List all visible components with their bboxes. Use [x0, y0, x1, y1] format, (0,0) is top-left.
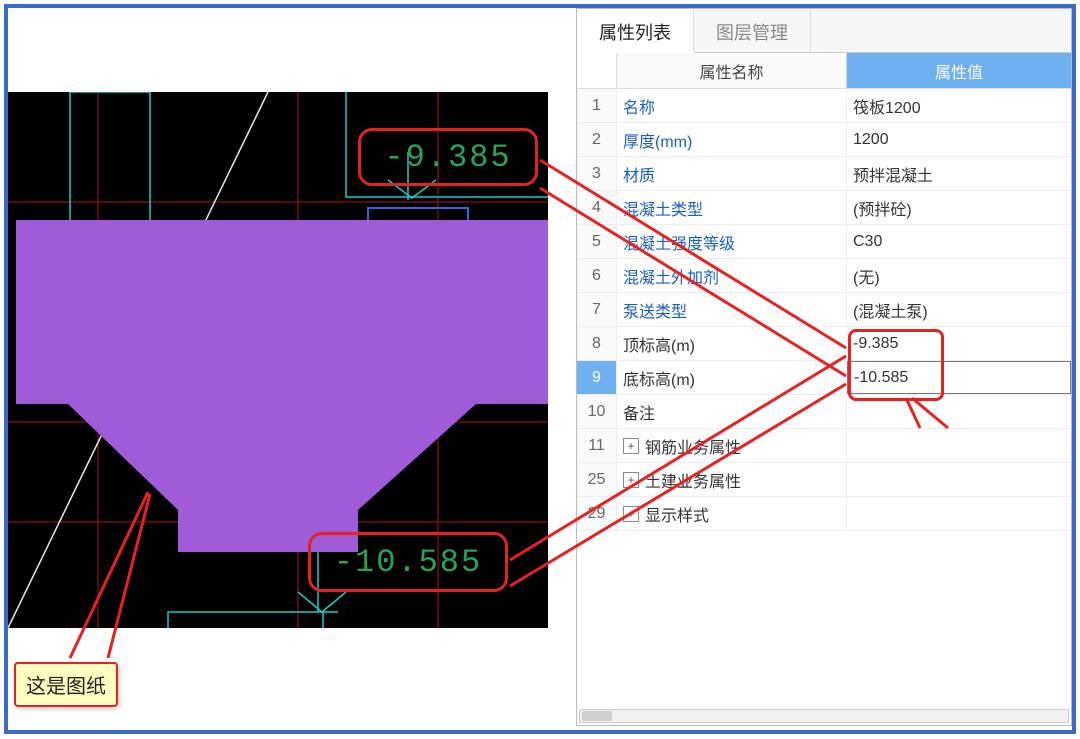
property-row[interactable]: 7泵送类型(混凝土泵) [577, 293, 1071, 327]
attr-value[interactable]: -9.385 [847, 327, 1071, 360]
attr-name: +显示样式 [617, 497, 847, 530]
property-row[interactable]: 8顶标高(m)-9.385 [577, 327, 1071, 361]
row-index: 25 [577, 463, 617, 496]
attr-name: +钢筋业务属性 [617, 429, 847, 462]
property-row[interactable]: 9底标高(m)-10.585 [577, 361, 1071, 395]
attr-value[interactable]: C30 [847, 225, 1071, 258]
cad-viewport[interactable]: -9.385 -10.585 [8, 92, 548, 628]
expand-icon[interactable]: + [623, 472, 639, 488]
row-index: 6 [577, 259, 617, 292]
attr-name: 名称 [617, 89, 847, 122]
attr-name: 底标高(m) [617, 361, 847, 394]
attr-name: 混凝土强度等级 [617, 225, 847, 258]
property-row[interactable]: 5混凝土强度等级C30 [577, 225, 1071, 259]
attr-value[interactable]: 1200 [847, 123, 1071, 156]
row-index: 7 [577, 293, 617, 326]
expand-icon[interactable]: + [623, 506, 639, 522]
row-index: 9 [577, 361, 617, 394]
attr-value[interactable] [847, 395, 1071, 428]
attr-name: +土建业务属性 [617, 463, 847, 496]
callout-drawing: 这是图纸 [14, 662, 118, 707]
row-index: 2 [577, 123, 617, 156]
expand-icon[interactable]: + [623, 438, 639, 454]
attr-name: 备注 [617, 395, 847, 428]
property-panel: 属性列表 图层管理 属性名称 属性值 1名称筏板12002厚度(mm)12003… [576, 8, 1072, 726]
attr-value[interactable] [847, 497, 1071, 530]
attr-value[interactable]: 筏板1200 [847, 89, 1071, 122]
attr-name: 厚度(mm) [617, 123, 847, 156]
cad-bottom-elevation: -10.585 [308, 532, 508, 592]
row-index: 1 [577, 89, 617, 122]
row-index: 5 [577, 225, 617, 258]
scrollbar-thumb[interactable] [582, 711, 612, 721]
attr-name: 混凝土类型 [617, 191, 847, 224]
row-index: 8 [577, 327, 617, 360]
attr-name: 材质 [617, 157, 847, 190]
col-attr-value[interactable]: 属性值 [847, 53, 1071, 88]
row-index: 11 [577, 429, 617, 462]
tab-properties[interactable]: 属性列表 [577, 9, 694, 53]
property-row[interactable]: 3材质预拌混凝土 [577, 157, 1071, 191]
attr-value[interactable]: -10.585 [847, 361, 1071, 394]
attr-value[interactable] [847, 429, 1071, 462]
attr-value[interactable] [847, 463, 1071, 496]
attr-value[interactable]: (无) [847, 259, 1071, 292]
attr-name: 泵送类型 [617, 293, 847, 326]
attr-value[interactable]: (预拌砼) [847, 191, 1071, 224]
panel-tabs: 属性列表 图层管理 [577, 9, 1071, 53]
prop-header-row: 属性名称 属性值 [577, 53, 1071, 89]
attr-name: 混凝土外加剂 [617, 259, 847, 292]
row-index: 29 [577, 497, 617, 530]
attr-value[interactable]: (混凝土泵) [847, 293, 1071, 326]
row-index: 3 [577, 157, 617, 190]
panel-scrollbar-horizontal[interactable] [579, 709, 1069, 723]
attr-value[interactable]: 预拌混凝土 [847, 157, 1071, 190]
property-row[interactable]: 4混凝土类型(预拌砼) [577, 191, 1071, 225]
property-row[interactable]: 11+钢筋业务属性 [577, 429, 1071, 463]
row-index: 10 [577, 395, 617, 428]
property-row[interactable]: 2厚度(mm)1200 [577, 123, 1071, 157]
property-row[interactable]: 1名称筏板1200 [577, 89, 1071, 123]
property-row[interactable]: 29+显示样式 [577, 497, 1071, 531]
property-row[interactable]: 10备注 [577, 395, 1071, 429]
col-attr-name: 属性名称 [617, 53, 847, 88]
row-index: 4 [577, 191, 617, 224]
property-rows: 1名称筏板12002厚度(mm)12003材质预拌混凝土4混凝土类型(预拌砼)5… [577, 89, 1071, 531]
property-row[interactable]: 25+土建业务属性 [577, 463, 1071, 497]
tab-layers[interactable]: 图层管理 [694, 9, 811, 52]
attr-name: 顶标高(m) [617, 327, 847, 360]
property-row[interactable]: 6混凝土外加剂(无) [577, 259, 1071, 293]
cad-top-elevation: -9.385 [358, 128, 538, 186]
